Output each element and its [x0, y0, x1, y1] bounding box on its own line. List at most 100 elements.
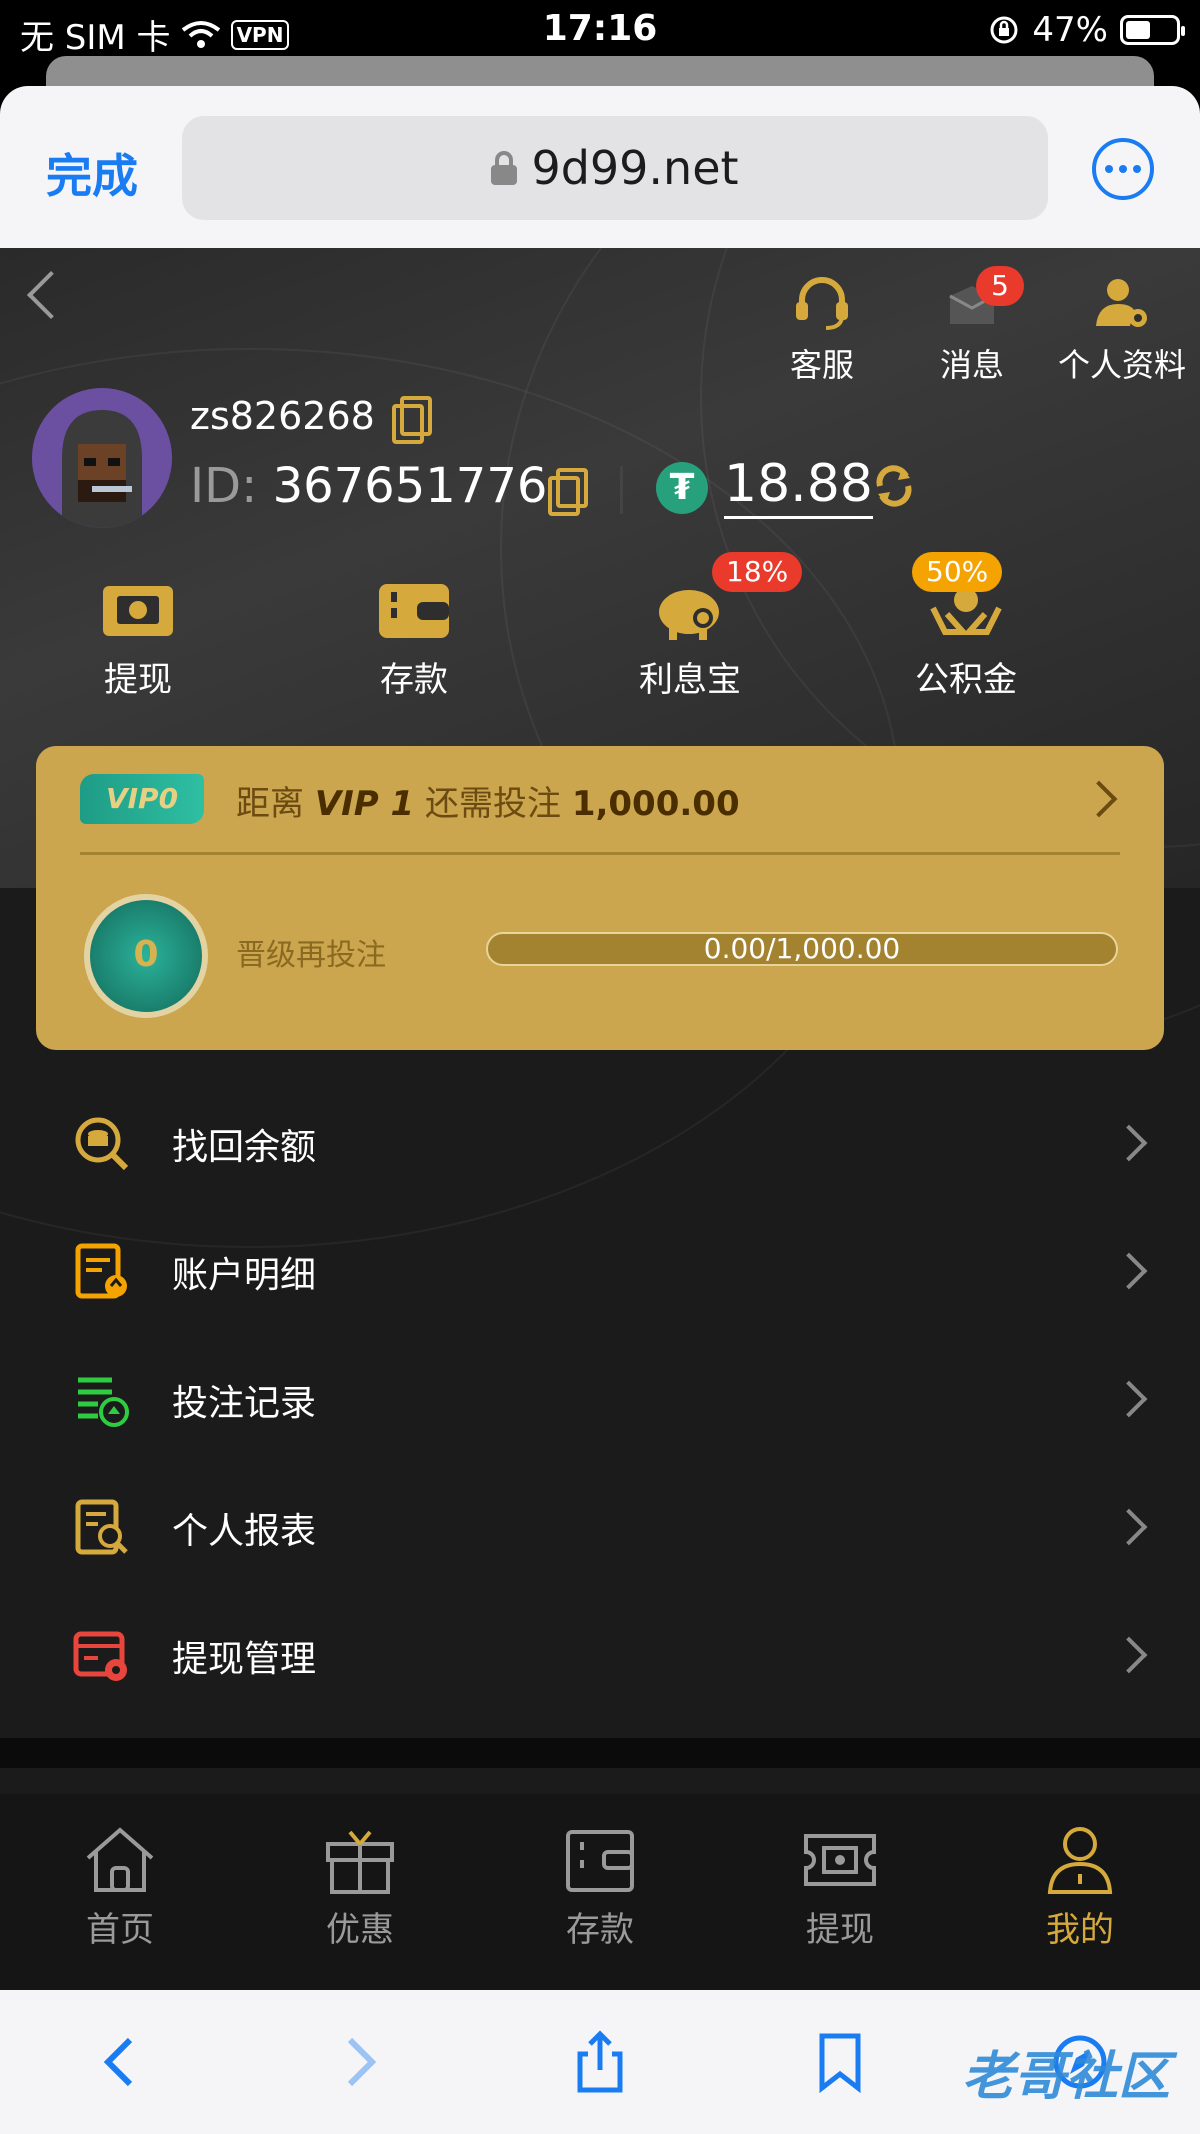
back-arrow-icon[interactable] [90, 2030, 150, 2094]
menu-label: 找回余额 [172, 1127, 317, 1168]
chevron-right-icon [1110, 1508, 1148, 1546]
customer-service-button[interactable]: 客服 [764, 274, 880, 386]
url-bar[interactable]: 9d99.net [182, 116, 1048, 220]
chevron-right-icon [1110, 1252, 1148, 1290]
chevron-right-icon [1110, 1380, 1148, 1418]
quick-actions: 提现 存款 18% 利息宝 50% 公积金 [0, 552, 1200, 701]
app-content: 客服 5 消息 个人资料 zs826268 ID: 367651776 ₮ 18… [0, 248, 1200, 1990]
orientation-lock-icon [990, 16, 1018, 44]
user-icon [1047, 1827, 1113, 1894]
top-actions: 客服 5 消息 个人资料 [764, 266, 1186, 386]
headset-icon [796, 277, 848, 330]
ticket-icon [804, 1834, 876, 1886]
tab-deposit[interactable]: 存款 [480, 1794, 720, 1990]
vip-requirement: 距离 VIP 1 还需投注 1,000.00 [236, 776, 740, 825]
tab-home[interactable]: 首页 [0, 1794, 240, 1990]
messages-label: 消息 [939, 346, 1004, 384]
menu-item-personal-report[interactable]: 个人报表 [0, 1464, 1200, 1592]
vip-divider [80, 852, 1120, 855]
chevron-right-icon [1080, 780, 1118, 818]
back-button[interactable] [26, 270, 76, 320]
copy-icon[interactable] [548, 468, 588, 516]
user-id-prefix: ID: [190, 458, 258, 514]
status-right: 47% [988, 10, 1185, 50]
user-settings-icon [1096, 279, 1147, 327]
fund-rate-badge: 50% [912, 552, 1003, 592]
quick-interest-button[interactable]: 18% 利息宝 [552, 552, 828, 701]
tab-home-label: 首页 [86, 1910, 154, 1950]
watermark-logo: 老哥社区 [961, 2047, 1170, 2107]
interest-rate-badge: 18% [712, 552, 803, 592]
menu-label: 个人报表 [172, 1511, 317, 1552]
copy-icon[interactable] [392, 396, 432, 444]
menu-item-recover-balance[interactable]: 找回余额 [0, 1080, 1200, 1208]
tab-withdraw-label: 提现 [806, 1910, 874, 1950]
tab-deposit-label: 存款 [566, 1910, 634, 1950]
username: zs826268 [190, 394, 432, 444]
content-divider [0, 1738, 1200, 1768]
vip-prefix: 距离 [236, 784, 304, 824]
vip-medal-icon: 0 [84, 894, 208, 1018]
quick-fund-button[interactable]: 50% 公积金 [828, 552, 1104, 701]
piggy-bank-icon [659, 590, 719, 640]
refresh-icon[interactable] [870, 460, 918, 512]
bet-record-icon [78, 1377, 129, 1427]
more-options-button[interactable] [1092, 138, 1154, 200]
chevron-right-icon [1110, 1636, 1148, 1674]
vip-progress-text: 0.00/1,000.00 [703, 932, 901, 965]
tab-withdraw[interactable]: 提现 [720, 1794, 960, 1990]
profile-settings-button[interactable]: 个人资料 [1058, 274, 1186, 386]
menu-item-account-details[interactable]: 账户明细 [0, 1208, 1200, 1336]
quick-fund-label: 公积金 [915, 660, 1017, 700]
browser-header: 完成 9d99.net [0, 86, 1200, 248]
bottom-tab-bar: 首页 优惠 存款 提现 我的 [0, 1794, 1200, 1990]
vip-upgrade-label: 晋级再投注 [236, 938, 386, 973]
menu-item-withdraw-management[interactable]: 提现管理 [0, 1592, 1200, 1720]
vip-level-tag: VIP0 [80, 774, 204, 824]
lock-icon [491, 151, 518, 185]
profile-label: 个人资料 [1058, 346, 1187, 384]
bookmarks-icon[interactable] [810, 2030, 870, 2094]
vip-next-level: VIP 1 [314, 784, 415, 824]
quick-deposit-label: 存款 [380, 660, 448, 700]
status-bar: 无 SIM 卡 VPN 17:16 47% [0, 0, 1200, 60]
menu-label: 投注记录 [172, 1383, 317, 1424]
home-icon [86, 1827, 154, 1892]
balance-amount: 18.88 [724, 454, 873, 519]
quick-interest-label: 利息宝 [639, 660, 741, 700]
tab-profile-label: 我的 [1046, 1910, 1114, 1950]
wallet-icon [379, 584, 449, 638]
vip-card[interactable]: VIP0 距离 VIP 1 还需投注 1,000.00 0 晋级再投注 0.00… [36, 746, 1164, 1050]
url-text: 9d99.net [531, 141, 739, 195]
username-text: zs826268 [190, 394, 375, 438]
avatar-image [32, 388, 172, 528]
account-detail-icon [75, 1243, 127, 1299]
menu-list: 找回余额 账户明细 投注记录 个人报表 提现管理 [0, 1080, 1200, 1720]
user-id-value: 367651776 [272, 458, 548, 514]
vip-amount: 1,000.00 [571, 784, 740, 824]
forward-arrow-icon[interactable] [330, 2030, 390, 2094]
usdt-icon: ₮ [656, 462, 708, 514]
report-search-icon [75, 1499, 128, 1555]
customer-service-label: 客服 [789, 346, 854, 384]
avatar[interactable] [32, 388, 172, 528]
withdraw-settings-icon [73, 1631, 127, 1681]
share-icon[interactable] [570, 2030, 630, 2094]
gift-icon [326, 1830, 394, 1894]
tab-promotions[interactable]: 优惠 [240, 1794, 480, 1990]
messages-button[interactable]: 5 消息 [914, 266, 1030, 386]
tab-profile[interactable]: 我的 [960, 1794, 1200, 1990]
chevron-right-icon [1110, 1124, 1148, 1162]
user-id: ID: 367651776 [190, 458, 588, 516]
divider [620, 466, 623, 514]
quick-withdraw-button[interactable]: 提现 [0, 578, 276, 701]
done-button[interactable]: 完成 [46, 140, 138, 206]
tab-promotions-label: 优惠 [326, 1910, 394, 1950]
battery-icon [1120, 15, 1185, 45]
menu-item-bet-records[interactable]: 投注记录 [0, 1336, 1200, 1464]
wallet-icon [566, 1830, 634, 1892]
menu-label: 提现管理 [172, 1639, 317, 1680]
quick-deposit-button[interactable]: 存款 [276, 578, 552, 701]
withdraw-icon [103, 586, 173, 636]
vip-middle: 还需投注 [425, 784, 562, 824]
